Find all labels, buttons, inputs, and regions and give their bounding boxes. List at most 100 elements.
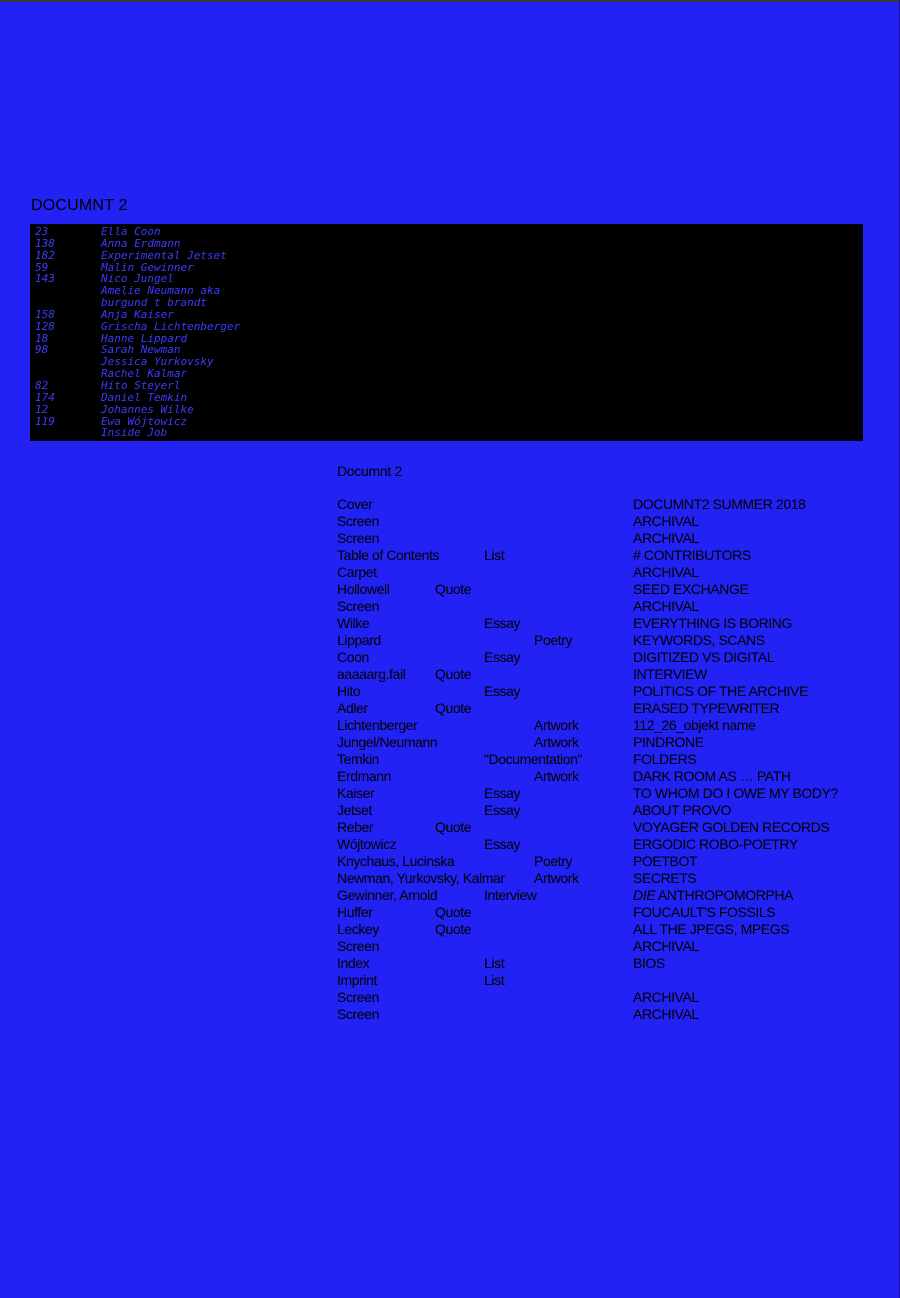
toc-row: Newman, Yurkovsky, Kalmar Artwork SECRETS bbox=[337, 870, 877, 887]
toc-entry-title-text: ABOUT PROVO bbox=[633, 802, 732, 818]
toc-entry-name: Wójtowicz bbox=[337, 836, 397, 852]
toc-entry-title-text: VOYAGER GOLDEN RECORDS bbox=[633, 819, 830, 835]
contributor-name: Experimental Jetset bbox=[101, 248, 227, 262]
contributor-row: Inside Job bbox=[30, 427, 863, 439]
toc-entry-name: Table of Contents bbox=[337, 547, 440, 563]
toc-row: Cover DOCUMNT2 SUMMER 2018 bbox=[337, 496, 877, 513]
toc-row: Hito Essay POLITICS OF THE ARCHIVE bbox=[337, 683, 877, 700]
toc-entry-title-text: ARCHIVAL bbox=[633, 989, 699, 1005]
toc-entry-title: DIE ANTHROPOMORPHA bbox=[633, 887, 793, 904]
toc-entry-type: List bbox=[484, 547, 505, 563]
toc-entry-title-text: ARCHIVAL bbox=[633, 1006, 699, 1022]
toc-entry-title: ERASED TYPEWRITER bbox=[633, 700, 780, 717]
toc-entry-title: DARK ROOM AS … PATH bbox=[633, 768, 791, 785]
toc-entry-title-text: 112_26_objekt name bbox=[633, 717, 756, 733]
toc-entry-type: Essay bbox=[484, 683, 521, 699]
toc-entry-title: POLITICS OF THE ARCHIVE bbox=[633, 683, 808, 700]
contributor-page: 119 bbox=[35, 414, 55, 428]
toc-entry-quote: Quote bbox=[435, 581, 472, 597]
toc-entry-title-text: INTERVIEW bbox=[633, 666, 707, 682]
toc-entry-title-text: FOUCAULT'S FOSSILS bbox=[633, 904, 776, 920]
contributor-name: Johannes Wilke bbox=[101, 402, 194, 416]
toc-entry-title-text: DIGITIZED VS DIGITAL bbox=[633, 649, 775, 665]
toc-entry-name: aaaaarg.fail bbox=[337, 666, 406, 682]
toc-entry-title: ARCHIVAL bbox=[633, 938, 699, 955]
toc-row: Imprint List bbox=[337, 972, 877, 989]
toc-entry-type: "Documentation" bbox=[484, 751, 583, 767]
toc-entry-name: Newman, Yurkovsky, Kalmar bbox=[337, 870, 505, 886]
toc-row: Screen ARCHIVAL bbox=[337, 513, 877, 530]
toc-entry-title: KEYWORDS, SCANS bbox=[633, 632, 765, 649]
contributor-row: 182 Experimental Jetset bbox=[30, 248, 863, 262]
toc-entry-title: FOLDERS bbox=[633, 751, 697, 768]
toc-row: Screen ARCHIVAL bbox=[337, 938, 877, 955]
contributor-name: Anna Erdmann bbox=[101, 236, 181, 250]
contributor-name: Anja Kaiser bbox=[101, 307, 174, 321]
contributor-page: 143 bbox=[35, 272, 55, 286]
contributor-page: 138 bbox=[35, 236, 55, 250]
toc-entry-title: BIOS bbox=[633, 955, 665, 972]
toc-entry-title-text: POLITICS OF THE ARCHIVE bbox=[633, 683, 808, 699]
toc-entry-name: Screen bbox=[337, 1006, 379, 1022]
toc-entry-name: Coon bbox=[337, 649, 369, 665]
toc-entry-title-text: KEYWORDS, SCANS bbox=[633, 632, 765, 648]
toc-entry-title: ARCHIVAL bbox=[633, 1006, 699, 1023]
toc-entry-name: Cover bbox=[337, 496, 373, 512]
toc-entry-type: List bbox=[484, 972, 505, 988]
toc-entry-title: ARCHIVAL bbox=[633, 564, 699, 581]
toc-entry-title: POETBOT bbox=[633, 853, 698, 870]
toc-entry-title-text: ARCHIVAL bbox=[633, 513, 699, 529]
toc-entry-name: Screen bbox=[337, 989, 379, 1005]
toc-entry-type-alt: Poetry bbox=[534, 853, 573, 869]
toc-entry-title-text: ARCHIVAL bbox=[633, 938, 699, 954]
toc-row: Erdmann Artwork DARK ROOM AS … PATH bbox=[337, 768, 877, 785]
toc-row: Lichtenberger Artwork 112_26_objekt name bbox=[337, 717, 877, 734]
toc-entry-title-text: PINDRONE bbox=[633, 734, 704, 750]
toc-entry-title-text: DARK ROOM AS … PATH bbox=[633, 768, 791, 784]
toc-row: Table of Contents List # CONTRIBUTORS bbox=[337, 547, 877, 564]
contributor-page: 182 bbox=[35, 248, 55, 262]
toc-entry-title-text: ERASED TYPEWRITER bbox=[633, 700, 780, 716]
document-title: DOCUMNT 2 bbox=[31, 197, 128, 214]
toc-entry-name: Wilke bbox=[337, 615, 370, 631]
toc-entry-title: DIGITIZED VS DIGITAL bbox=[633, 649, 774, 666]
toc-entry-quote: Quote bbox=[435, 819, 472, 835]
contributor-row: 158 Anja Kaiser bbox=[30, 309, 863, 321]
toc-entry-quote: Quote bbox=[435, 700, 472, 716]
toc-entry-name: Erdmann bbox=[337, 768, 392, 784]
toc-entry-title-text: ANTHROPOMORPHA bbox=[655, 887, 794, 903]
top-border bbox=[0, 0, 900, 2]
contributor-page: 98 bbox=[35, 343, 49, 357]
toc-entry-name: Screen bbox=[337, 530, 379, 546]
toc-entry-title: # CONTRIBUTORS bbox=[633, 547, 751, 564]
toc-entry-name: Screen bbox=[337, 938, 379, 954]
toc-row: Adler Quote ERASED TYPEWRITER bbox=[337, 700, 877, 717]
toc-entry-name: Hollowell bbox=[337, 581, 390, 597]
toc-entry-name: Kaiser bbox=[337, 785, 375, 801]
toc-entry-name: Gewinner, Arnold bbox=[337, 887, 438, 903]
toc-entry-title-text: ERGODIC ROBO-POETRY bbox=[633, 836, 798, 852]
toc-entry-title-text: TO WHOM DO I OWE MY BODY? bbox=[633, 785, 838, 801]
toc-entry-type-alt: Artwork bbox=[534, 870, 579, 886]
toc-row: Knychaus, Lucinska Poetry POETBOT bbox=[337, 853, 877, 870]
toc-entry-title: SEED EXCHANGE bbox=[633, 581, 749, 598]
toc-row: Screen ARCHIVAL bbox=[337, 1006, 877, 1023]
toc-entry-name: Knychaus, Lucinska bbox=[337, 853, 455, 869]
toc-entry-title-text: DOCUMNT2 SUMMER 2018 bbox=[633, 496, 806, 512]
toc-entry-title: VOYAGER GOLDEN RECORDS bbox=[633, 819, 830, 836]
toc-entry-quote: Quote bbox=[435, 921, 472, 937]
toc-entry-title: ARCHIVAL bbox=[633, 989, 699, 1006]
contributor-row: 174 Daniel Temkin bbox=[30, 391, 863, 404]
toc-entry-name: Index bbox=[337, 955, 370, 971]
contributor-page: 128 bbox=[35, 319, 55, 333]
toc-entry-title-text: # CONTRIBUTORS bbox=[633, 547, 751, 563]
toc-entry-type: Essay bbox=[484, 649, 521, 665]
toc-entry-title-text: ARCHIVAL bbox=[633, 564, 699, 580]
toc-entry-type: Essay bbox=[484, 785, 521, 801]
toc-row: Jungel/Neumann Artwork PINDRONE bbox=[337, 734, 877, 751]
toc-entry-title: ABOUT PROVO bbox=[633, 802, 731, 819]
toc-entry-title: TO WHOM DO I OWE MY BODY? bbox=[633, 785, 838, 802]
toc-entry-name: Jetset bbox=[337, 802, 372, 818]
toc-entry-type: Interview bbox=[484, 887, 537, 903]
toc-entry-name: Lichtenberger bbox=[337, 717, 418, 733]
